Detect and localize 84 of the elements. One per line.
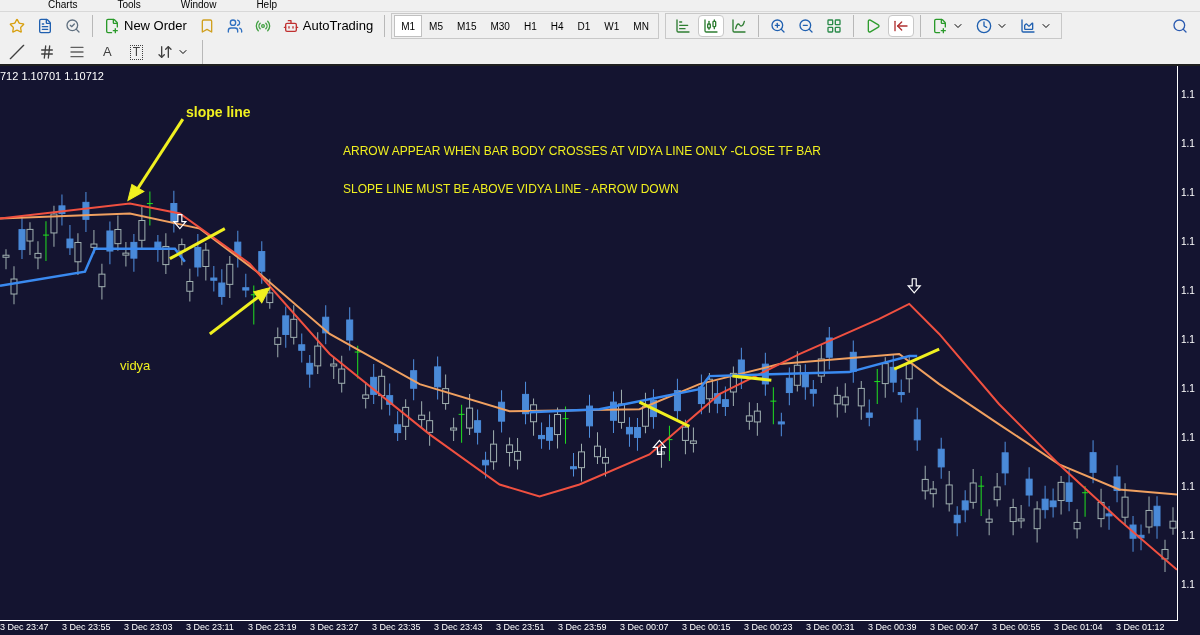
time-label: 3 Dec 00:31 [806, 621, 856, 634]
timeframe-tab[interactable]: W1 [597, 15, 627, 37]
magnifier-icon [65, 18, 81, 34]
chart-annotation: slope line [186, 103, 251, 122]
autotrading-button[interactable]: AutoTrading [277, 15, 379, 37]
shift-arrow-icon [892, 18, 909, 34]
price-label: 1.1 [1180, 284, 1196, 297]
pointer-arrow [208, 287, 271, 336]
line-icon [9, 44, 25, 60]
document-plus-icon [104, 18, 120, 34]
timeframe-tab[interactable]: M1 [394, 15, 423, 37]
price-label: 1.1 [1180, 578, 1196, 591]
people-icon [226, 18, 243, 34]
time-label: 3 Dec 00:07 [620, 621, 670, 634]
candlestick-icon [702, 18, 719, 34]
time-label: 3 Dec 23:55 [62, 621, 112, 634]
chart-tool-button[interactable] [887, 15, 914, 37]
chart-annotation: SLOPE LINE MUST BE ABOVE VIDYA LINE - ARROW DOWN [343, 181, 679, 198]
menu-item[interactable]: Tools [117, 0, 141, 11]
price-label: 1.1 [1180, 88, 1196, 101]
time-label: 3 Dec 01:04 [1054, 621, 1104, 634]
new-order-button[interactable]: New Order [99, 15, 192, 37]
timeframe-tab[interactable]: MN [626, 15, 656, 37]
timeframe-tab[interactable]: M15 [450, 15, 484, 37]
zoom-in-icon [769, 18, 786, 34]
time-label: 3 Dec 01:12 [1116, 621, 1166, 634]
chart-window-icon [1019, 18, 1036, 34]
text-label-button[interactable]: T [124, 41, 148, 63]
price-label: 1.1 [1180, 529, 1196, 542]
chart-type-button[interactable] [697, 15, 724, 37]
price-label: 1.1 [1180, 431, 1196, 444]
time-label: 3 Dec 23:19 [248, 621, 298, 634]
menu-item[interactable]: Help [256, 0, 277, 11]
clock-icon [975, 18, 992, 34]
timeframe-tab[interactable]: H4 [543, 15, 571, 37]
bar-chart-icon [674, 18, 691, 34]
time-label: 3 Dec 00:39 [868, 621, 918, 634]
text-tool-button[interactable]: A [94, 41, 121, 63]
price-label: 1.1 [1180, 235, 1196, 248]
line-chart-icon [730, 18, 747, 34]
star-folder-icon [9, 18, 25, 34]
dotted-lines-icon [69, 44, 85, 60]
time-label: 3 Dec 00:15 [682, 621, 732, 634]
price-label: 1.1 [1180, 186, 1196, 199]
time-label: 3 Dec 23:27 [310, 621, 360, 634]
time-label: 3 Dec 23:47 [0, 621, 50, 634]
crossing-mark-line [732, 374, 772, 382]
time-label: 3 Dec 23:59 [558, 621, 608, 634]
crossing-mark-line [169, 227, 226, 260]
arrows-icon [157, 44, 173, 60]
menu-item[interactable]: Window [180, 0, 217, 11]
timeframe-tab[interactable]: M5 [422, 15, 450, 37]
crossing-mark-line [638, 400, 691, 428]
timeframe-tab[interactable]: H1 [516, 15, 544, 37]
chart-annotation: vidya [120, 357, 151, 375]
list-window-icon [37, 18, 53, 34]
robot-icon [282, 18, 299, 34]
hatched-lines-icon [39, 44, 55, 60]
ohlc-readout: 712 1.10701 1.10712 [0, 69, 104, 84]
time-label: 3 Dec 00:55 [992, 621, 1042, 634]
time-label: 3 Dec 23:35 [372, 621, 422, 634]
signal-arrow-icon [172, 213, 188, 230]
time-label: 3 Dec 23:43 [434, 621, 484, 634]
grid-icon [825, 18, 842, 34]
menu-item[interactable]: Charts [48, 0, 78, 11]
timeframe-tab[interactable]: D1 [570, 15, 598, 37]
time-label: 3 Dec 23:03 [124, 621, 174, 634]
price-label: 1.1 [1180, 137, 1196, 150]
signal-arrow-icon [906, 278, 922, 294]
chart-annotation: ARROW APPEAR WHEN BAR BODY CROSSES AT VIDYA LINE ONLY -CLOSE TF BAR [343, 143, 821, 160]
price-label: 1.1 [1180, 333, 1196, 346]
time-label: 3 Dec 23:11 [186, 621, 235, 634]
search-icon[interactable] [1172, 18, 1188, 34]
crossing-mark-line [893, 347, 940, 371]
time-label: 3 Dec 23:51 [496, 621, 546, 634]
document-plus-icon [931, 18, 948, 34]
timeframe-tab[interactable]: M30 [483, 15, 517, 37]
zoom-out-icon [797, 18, 814, 34]
signal-icon [254, 18, 271, 34]
time-label: 3 Dec 00:47 [930, 621, 980, 634]
price-label: 1.1 [1180, 480, 1196, 493]
time-label: 3 Dec 00:23 [744, 621, 794, 634]
signal-arrow-icon [652, 439, 667, 455]
price-label: 1.1 [1180, 382, 1196, 395]
